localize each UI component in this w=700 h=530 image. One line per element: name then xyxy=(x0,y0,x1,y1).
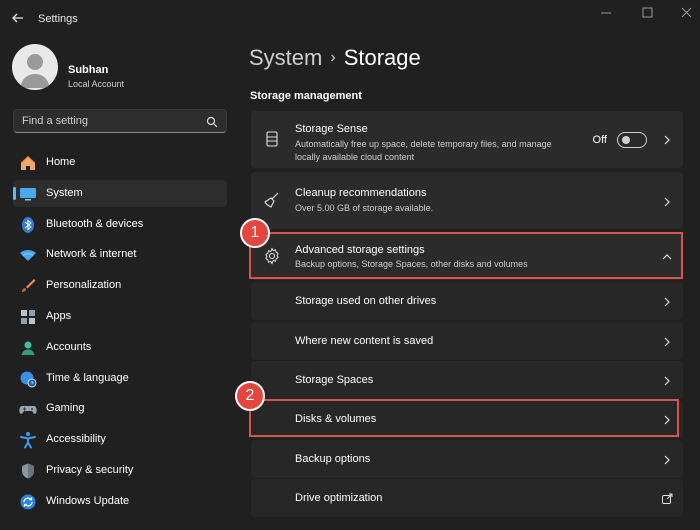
accessibility-icon xyxy=(19,431,37,449)
nav-label: Apps xyxy=(46,309,72,322)
nav-label: Network & internet xyxy=(46,248,137,261)
step-badge-1: 1 xyxy=(240,218,270,248)
nav-item-system[interactable]: System xyxy=(13,179,227,207)
step-badge-2: 2 xyxy=(235,381,265,411)
nav-item-accessibility[interactable]: Accessibility xyxy=(13,426,227,453)
nav-item-home[interactable]: Home xyxy=(13,149,227,176)
nav-item-bluetooth[interactable]: Bluetooth & devices xyxy=(13,211,227,238)
section-title: Storage management xyxy=(250,90,362,102)
sub-item-label: Storage Spaces xyxy=(295,374,374,386)
nav-item-gaming[interactable]: Gaming xyxy=(13,395,227,422)
user-name: Subhan xyxy=(68,64,109,76)
nav-item-windows-update[interactable]: Windows Update xyxy=(13,488,227,515)
nav-label: Bluetooth & devices xyxy=(46,217,144,230)
sub-item-label: Where new content is saved xyxy=(295,335,434,347)
sub-item-label: Backup options xyxy=(295,453,371,465)
annotation-highlight-advanced xyxy=(249,232,683,279)
search-icon[interactable] xyxy=(206,115,218,128)
nav-label: Time & language xyxy=(46,371,129,384)
search-placeholder: Find a setting xyxy=(22,115,89,127)
annotation-highlight-disks xyxy=(249,399,679,437)
nav-label: Windows Update xyxy=(46,494,130,507)
broom-icon xyxy=(263,191,281,209)
new-content-saved-item[interactable]: Where new content is saved xyxy=(251,322,683,360)
chevron-right-icon xyxy=(661,295,673,307)
back-arrow-icon[interactable] xyxy=(8,8,28,28)
apps-icon xyxy=(19,308,37,326)
toggle-switch[interactable] xyxy=(617,132,647,148)
breadcrumb-separator: › xyxy=(330,49,336,66)
sidebar: Subhan Local Account Find a setting Home… xyxy=(0,36,235,530)
nav-item-personalization[interactable]: Personalization xyxy=(13,272,227,299)
avatar xyxy=(12,44,58,90)
nav-label: Gaming xyxy=(46,402,85,415)
nav-item-accounts[interactable]: Accounts xyxy=(13,334,227,361)
breadcrumb-parent[interactable]: System xyxy=(249,45,322,70)
chevron-right-icon xyxy=(661,133,673,145)
chevron-right-icon xyxy=(661,335,673,347)
breadcrumb: System › Storage xyxy=(249,45,421,71)
nav-item-time-language[interactable]: Time & language xyxy=(13,365,227,392)
nav-label: System xyxy=(46,186,83,199)
search-box[interactable]: Find a setting xyxy=(13,109,227,133)
nav-item-network[interactable]: Network & internet xyxy=(13,241,227,268)
globe-clock-icon xyxy=(19,370,37,388)
sub-item-label: Drive optimization xyxy=(295,492,383,504)
main-content: System › Storage Storage management Storag… xyxy=(235,36,700,530)
page-title: Storage xyxy=(343,45,421,70)
nav-item-privacy-security[interactable]: Privacy & security xyxy=(13,457,227,484)
nav-label: Personalization xyxy=(46,279,122,292)
storage-sense-card[interactable]: Storage Sense Automatically free up spac… xyxy=(251,111,683,168)
toggle-state-label: Off xyxy=(592,134,607,146)
update-icon xyxy=(19,493,37,511)
bluetooth-icon xyxy=(19,216,37,234)
storage-drive-icon xyxy=(263,130,281,148)
storage-sense-description: Automatically free up space, delete temp… xyxy=(295,139,552,162)
gamepad-icon xyxy=(19,400,37,418)
storage-sense-title: Storage Sense xyxy=(295,123,368,135)
nav-label: Accessibility xyxy=(46,433,106,446)
chevron-right-icon xyxy=(661,453,673,465)
close-icon[interactable] xyxy=(676,6,698,20)
storage-spaces-item[interactable]: Storage Spaces xyxy=(251,361,683,399)
title-bar: Settings xyxy=(0,0,700,36)
network-icon xyxy=(19,246,37,264)
sub-item-label: Storage used on other drives xyxy=(295,295,437,307)
nav-item-apps[interactable]: Apps xyxy=(13,303,227,330)
storage-other-drives-item[interactable]: Storage used on other drives xyxy=(251,282,683,320)
external-link-icon xyxy=(661,492,673,504)
minimize-icon[interactable] xyxy=(595,6,617,20)
app-title: Settings xyxy=(38,13,78,25)
accounts-icon xyxy=(19,339,37,357)
drive-optimization-item[interactable]: Drive optimization xyxy=(251,479,683,517)
nav-list: Home System Bluetooth & devices Network … xyxy=(13,149,227,519)
cleanup-recommendations-card[interactable]: Cleanup recommendations Over 5.00 GB of … xyxy=(251,172,683,229)
nav-label: Accounts xyxy=(46,340,92,353)
cleanup-description: Over 5.00 GB of storage available. xyxy=(295,203,434,213)
chevron-right-icon xyxy=(661,374,673,386)
cleanup-title: Cleanup recommendations xyxy=(295,187,427,199)
chevron-right-icon xyxy=(661,195,673,207)
nav-label: Privacy & security xyxy=(46,463,134,476)
system-icon xyxy=(19,185,37,203)
nav-label: Home xyxy=(46,156,76,168)
backup-options-item[interactable]: Backup options xyxy=(251,440,683,478)
brush-icon xyxy=(19,277,37,295)
shield-icon xyxy=(19,462,37,480)
maximize-icon[interactable] xyxy=(636,6,658,20)
account-type: Local Account xyxy=(68,79,125,89)
home-icon xyxy=(19,154,37,172)
